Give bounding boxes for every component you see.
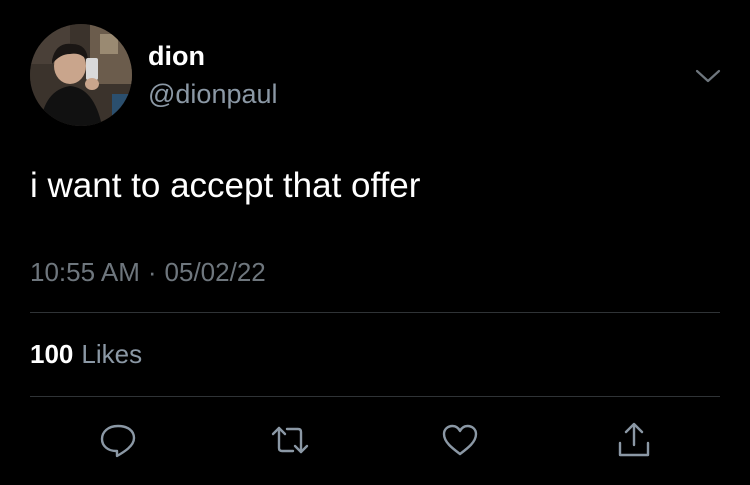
chevron-down-icon: [695, 69, 721, 83]
retweet-arrows-icon: [271, 426, 309, 454]
reply-button[interactable]: [96, 420, 140, 460]
avatar[interactable]: [30, 24, 132, 126]
meta-separator: ·: [147, 257, 157, 287]
divider: [30, 396, 720, 397]
share-button[interactable]: [612, 420, 656, 460]
likes-stat[interactable]: 100 Likes: [30, 338, 142, 370]
tweet-date: 05/02/22: [164, 257, 266, 287]
more-options-button[interactable]: [693, 64, 723, 88]
speech-bubble-icon: [100, 424, 136, 458]
likes-count: 100: [30, 339, 74, 369]
profile-photo-icon: [30, 24, 132, 126]
heart-icon: [442, 424, 478, 456]
tweet-time: 10:55 AM: [30, 257, 140, 287]
user-handle[interactable]: @dionpaul: [148, 78, 278, 110]
retweet-button[interactable]: [268, 420, 312, 460]
likes-label: Likes: [81, 339, 143, 369]
tweet-timestamp[interactable]: 10:55 AM · 05/02/22: [30, 256, 266, 288]
tweet-detail: dion @dionpaul i want to accept that off…: [0, 0, 750, 485]
share-upload-icon: [618, 422, 650, 457]
like-button[interactable]: [438, 420, 482, 460]
display-name[interactable]: dion: [148, 40, 205, 72]
divider: [30, 312, 720, 313]
tweet-text: i want to accept that offer: [30, 166, 421, 205]
